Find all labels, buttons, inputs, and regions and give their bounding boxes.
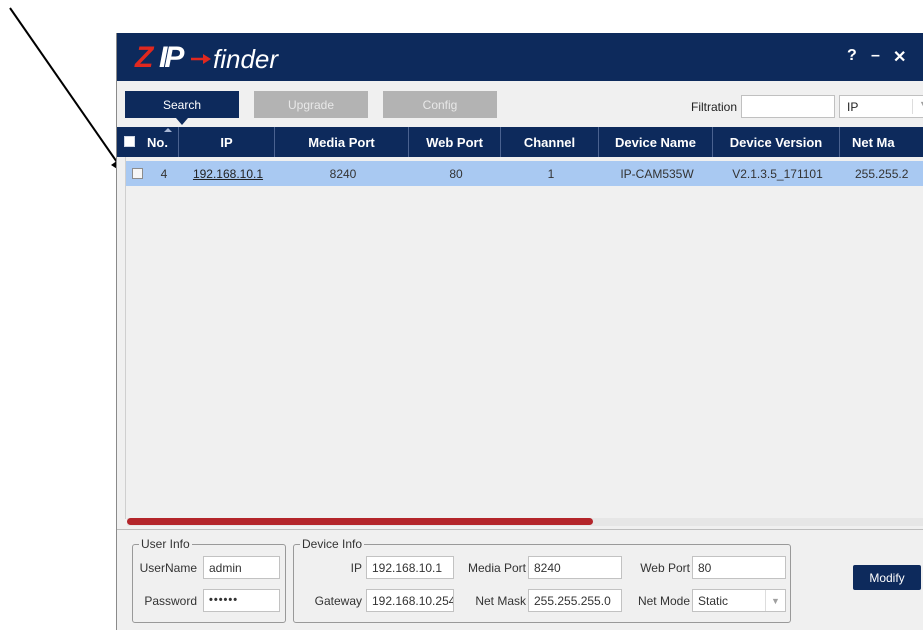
logo-finder-text: finder (213, 44, 279, 74)
minimize-icon[interactable]: – (871, 47, 880, 65)
filtration-label: Filtration (691, 100, 738, 114)
upgrade-button[interactable]: Upgrade (254, 91, 368, 118)
gateway-label: Gateway (314, 594, 362, 608)
search-button[interactable]: Search (125, 91, 239, 125)
column-channel-label: Channel (523, 134, 576, 150)
column-header-net-mask[interactable]: Net Ma (840, 127, 923, 157)
column-web-port-label: Web Port (426, 134, 483, 150)
horizontal-scrollbar[interactable] (127, 518, 923, 526)
scrollbar-thumb[interactable] (127, 518, 593, 525)
column-header-no[interactable]: No. (139, 127, 179, 157)
net-mask-label: Net Mask (475, 594, 526, 608)
upgrade-button-label: Upgrade (287, 97, 335, 112)
column-header-ip[interactable]: IP (179, 127, 275, 157)
sort-icon (164, 128, 172, 132)
row-checkbox[interactable] (132, 168, 143, 179)
bottom-panel: User Info UserName admin Password ••••••… (117, 529, 923, 630)
cell-net-mask: 255.255.2 (855, 166, 909, 181)
table-row[interactable]: 4 192.168.10.1 8240 80 1 IP-CAM535W V2.1… (126, 161, 923, 186)
zip-finder-logo: Z IP finder (135, 41, 305, 75)
column-header-device-version[interactable]: Device Version (713, 127, 840, 157)
device-table-header: No. IP Media Port Web Port Channel Devic… (117, 127, 923, 157)
column-ip-label: IP (220, 134, 233, 150)
column-header-channel[interactable]: Channel (501, 127, 599, 157)
logo-ip: IP (159, 41, 184, 74)
filter-type-select[interactable]: IP ▼ (839, 95, 923, 118)
close-icon[interactable]: ✕ (893, 47, 906, 67)
column-no-label: No. (147, 134, 168, 150)
column-header-device-name[interactable]: Device Name (599, 127, 713, 157)
ip-label: IP (350, 561, 362, 575)
column-device-name-label: Device Name (615, 134, 696, 150)
net-mode-select[interactable]: Static ▼ (692, 589, 786, 612)
ip-input[interactable]: 192.168.10.1 (366, 556, 454, 579)
media-port-label: Media Port (467, 561, 526, 575)
username-label: UserName (139, 561, 197, 575)
net-mask-input[interactable]: 255.255.255.0 (528, 589, 622, 612)
search-button-label: Search (162, 97, 202, 112)
device-table-body: 4 192.168.10.1 8240 80 1 IP-CAM535W V2.1… (125, 157, 923, 519)
cell-web-port: 80 (449, 166, 463, 181)
cell-device-version: V2.1.3.5_171101 (732, 166, 823, 181)
config-button[interactable]: Config (383, 91, 497, 118)
zip-finder-window: Z IP finder ? – ✕ Search Upgrade Config … (116, 33, 923, 630)
cell-channel: 1 (547, 166, 555, 181)
chevron-down-icon[interactable]: ▼ (912, 99, 923, 114)
column-header-media-port[interactable]: Media Port (275, 127, 409, 157)
web-port-input[interactable]: 80 (692, 556, 786, 579)
net-mode-label: Net Mode (637, 594, 690, 608)
title-bar: Z IP finder ? – ✕ (117, 33, 923, 81)
column-header-web-port[interactable]: Web Port (409, 127, 501, 157)
config-button-label: Config (422, 97, 458, 112)
logo-z: Z (135, 41, 153, 74)
user-info-title: User Info (139, 537, 192, 551)
help-icon[interactable]: ? (847, 47, 857, 65)
password-input[interactable]: •••••• (203, 589, 280, 612)
select-all-checkbox[interactable] (124, 136, 135, 147)
password-label: Password (144, 594, 197, 608)
column-media-port-label: Media Port (308, 134, 375, 150)
cell-no: 4 (160, 166, 168, 181)
device-info-group: Device Info IP 192.168.10.1 Media Port 8… (293, 537, 791, 623)
cell-ip[interactable]: 192.168.10.1 (180, 161, 276, 186)
chevron-down-icon[interactable]: ▼ (765, 590, 785, 611)
filter-type-value: IP (847, 100, 859, 114)
active-tab-pointer (176, 118, 188, 125)
modify-button[interactable]: Modify (853, 565, 921, 590)
web-port-label: Web Port (640, 561, 690, 575)
gateway-input[interactable]: 192.168.10.254 (366, 589, 454, 612)
column-device-version-label: Device Version (729, 134, 823, 150)
device-info-title: Device Info (300, 537, 365, 551)
media-port-input[interactable]: 8240 (528, 556, 622, 579)
cell-device-name: IP-CAM535W (620, 166, 694, 181)
toolbar: Search Upgrade Config Filtration IP ▼ (117, 81, 923, 127)
logo-arrow-icon (191, 54, 211, 64)
user-info-group: User Info UserName admin Password •••••• (132, 537, 286, 623)
net-mode-value: Static (698, 594, 729, 608)
column-net-mask-label: Net Ma (852, 134, 895, 150)
username-input[interactable]: admin (203, 556, 280, 579)
filtration-input[interactable] (741, 95, 835, 118)
cell-media-port: 8240 (329, 166, 357, 181)
